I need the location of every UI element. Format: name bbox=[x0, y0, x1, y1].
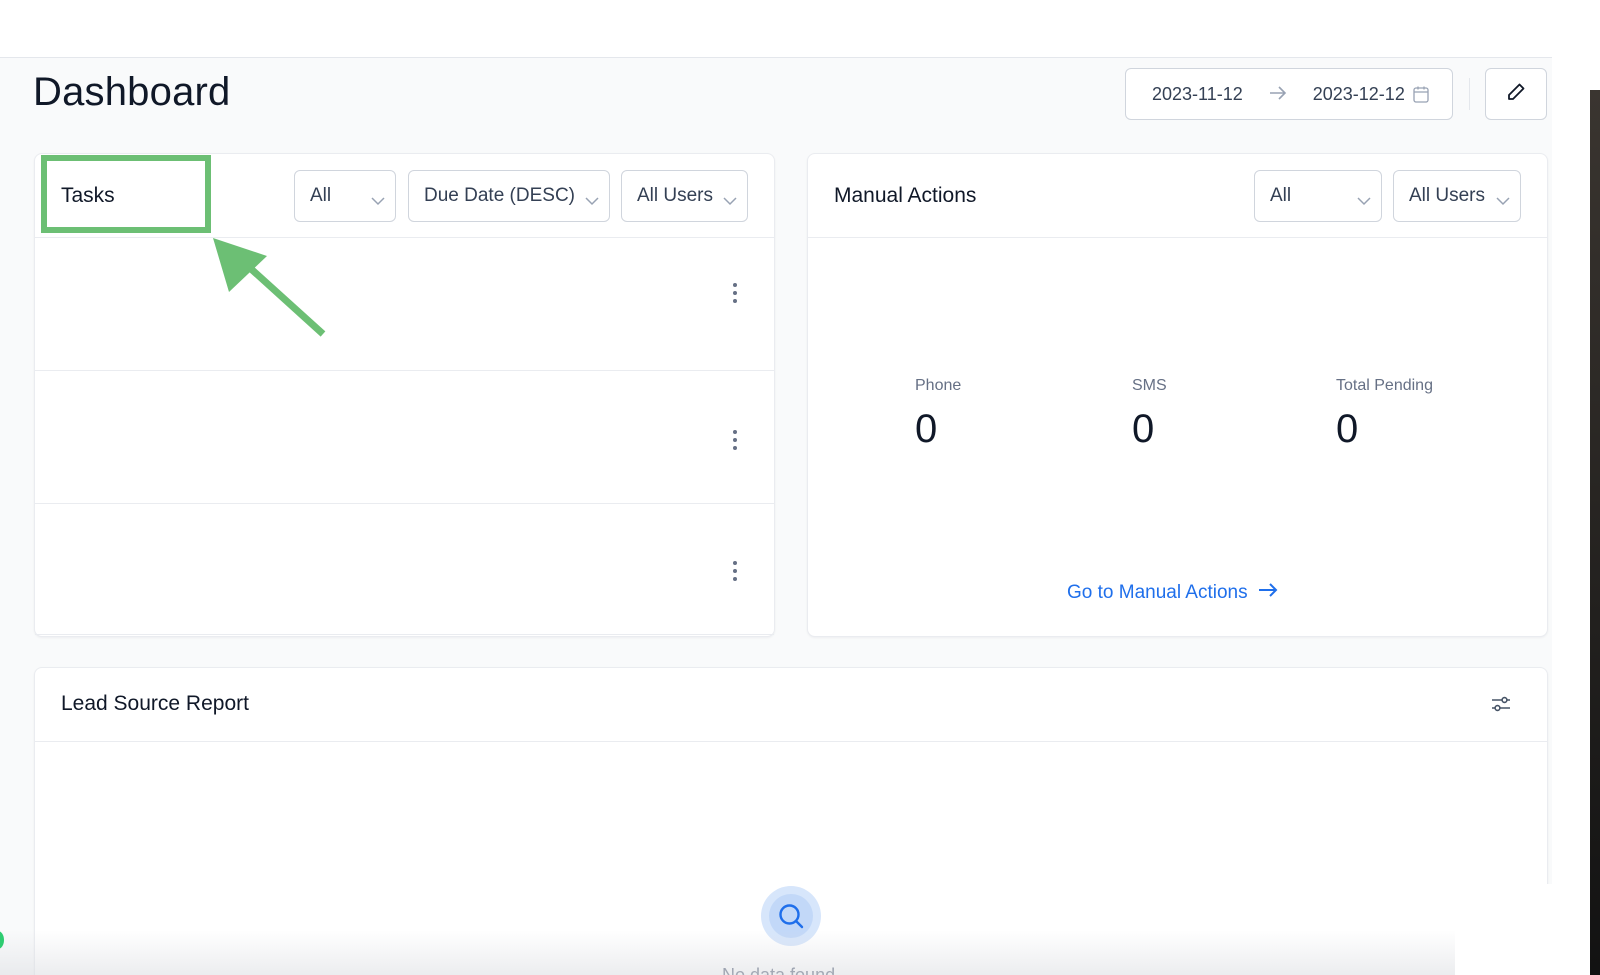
go-to-manual-actions-link[interactable]: Go to Manual Actions bbox=[1067, 582, 1278, 604]
tasks-sort-value: Due Date (DESC) bbox=[424, 185, 575, 206]
overlay-panel bbox=[1455, 884, 1552, 975]
stat-value: 0 bbox=[1336, 407, 1359, 451]
top-bar bbox=[0, 0, 1552, 58]
manual-actions-type-select[interactable]: All bbox=[1254, 170, 1382, 222]
task-row[interactable] bbox=[35, 372, 774, 504]
stat-sms: SMS 0 bbox=[1132, 377, 1167, 452]
link-label: Go to Manual Actions bbox=[1067, 582, 1248, 603]
stat-phone: Phone 0 bbox=[915, 377, 961, 452]
more-vertical-icon[interactable] bbox=[732, 561, 738, 581]
background-strip bbox=[1590, 90, 1600, 975]
chevron-down-icon bbox=[585, 190, 599, 212]
tasks-sort-select[interactable]: Due Date (DESC) bbox=[408, 170, 610, 222]
more-vertical-icon[interactable] bbox=[732, 283, 738, 303]
tasks-type-value: All bbox=[310, 185, 332, 206]
stat-value: 0 bbox=[915, 407, 938, 451]
manual-actions-users-select[interactable]: All Users bbox=[1393, 170, 1521, 222]
chevron-down-icon bbox=[1496, 190, 1510, 212]
chevron-down-icon bbox=[1357, 190, 1371, 212]
date-range-picker[interactable]: 2023-11-12 2023-12-12 bbox=[1125, 68, 1453, 120]
page-title: Dashboard bbox=[33, 70, 231, 114]
stat-value: 0 bbox=[1132, 407, 1155, 451]
status-indicator bbox=[0, 931, 4, 949]
manual-actions-type-value: All bbox=[1270, 185, 1292, 206]
toolbar-divider bbox=[1469, 78, 1470, 110]
tasks-type-select[interactable]: All bbox=[294, 170, 396, 222]
search-icon bbox=[769, 894, 813, 938]
lead-source-header: Lead Source Report bbox=[35, 668, 1547, 742]
lead-source-title: Lead Source Report bbox=[61, 692, 249, 715]
calendar-icon bbox=[1413, 86, 1429, 103]
arrow-right-icon bbox=[1269, 84, 1287, 105]
stat-label: SMS bbox=[1132, 377, 1167, 394]
tasks-highlight-box bbox=[41, 155, 211, 233]
stat-label: Phone bbox=[915, 377, 962, 394]
window-edge bbox=[1552, 0, 1600, 975]
task-row[interactable] bbox=[35, 239, 774, 371]
chevron-down-icon bbox=[371, 190, 385, 212]
manual-actions-users-value: All Users bbox=[1409, 185, 1486, 206]
manual-actions-title: Manual Actions bbox=[834, 184, 977, 207]
stat-label: Total Pending bbox=[1336, 377, 1433, 394]
manual-actions-header: Manual Actions All All Users bbox=[808, 154, 1547, 238]
empty-state-text: No data found bbox=[722, 965, 836, 975]
tasks-users-select[interactable]: All Users bbox=[621, 170, 748, 222]
pencil-icon bbox=[1506, 82, 1526, 107]
empty-state-icon bbox=[761, 886, 821, 946]
date-end[interactable]: 2023-12-12 bbox=[1313, 84, 1405, 105]
stat-total-pending: Total Pending 0 bbox=[1336, 377, 1433, 452]
annotation-arrow-icon bbox=[213, 238, 326, 337]
task-row[interactable] bbox=[35, 505, 774, 635]
chevron-down-icon bbox=[723, 190, 737, 212]
tasks-users-value: All Users bbox=[637, 185, 714, 206]
sliders-icon[interactable] bbox=[1491, 696, 1511, 717]
arrow-right-icon bbox=[1258, 582, 1278, 604]
more-vertical-icon[interactable] bbox=[732, 430, 738, 450]
edit-dashboard-button[interactable] bbox=[1485, 68, 1547, 120]
date-start[interactable]: 2023-11-12 bbox=[1152, 84, 1243, 105]
